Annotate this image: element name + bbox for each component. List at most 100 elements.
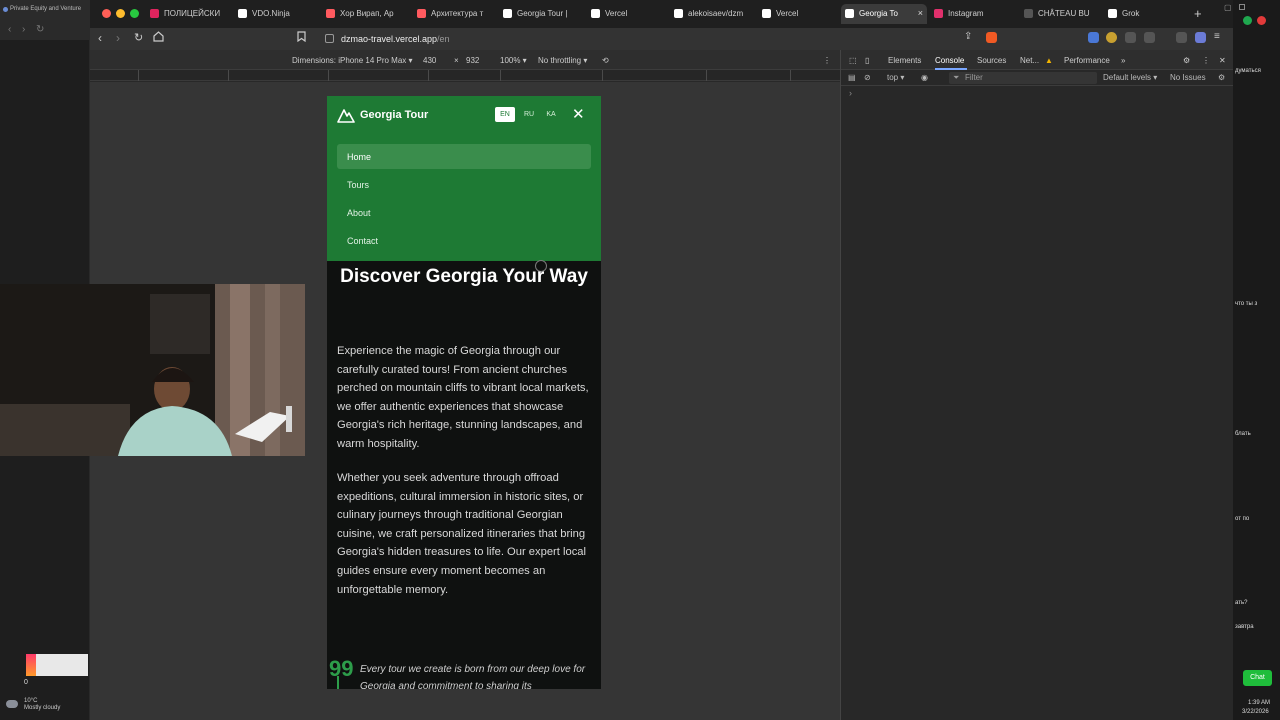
sidebar-icon[interactable] — [1144, 32, 1155, 43]
filter-placeholder: Filter — [965, 73, 983, 82]
translate-extension-icon[interactable] — [1088, 32, 1099, 43]
tab-favicon-icon — [591, 9, 600, 18]
tab-network[interactable]: Net... — [1020, 56, 1039, 65]
back-icon[interactable]: ‹ — [8, 24, 11, 35]
language-ru-button[interactable]: RU — [519, 107, 539, 122]
language-en-button[interactable]: EN — [495, 107, 515, 122]
tab-sources[interactable]: Sources — [977, 56, 1006, 65]
throttling-select[interactable]: No throttling ▾ — [538, 56, 587, 65]
wallet-icon[interactable] — [1176, 32, 1187, 43]
app-icon[interactable] — [1243, 16, 1252, 25]
window-restore-icon[interactable] — [1239, 4, 1245, 10]
sidebar-toggle-icon[interactable]: ▤ — [848, 73, 856, 82]
share-icon[interactable]: ⇪ — [964, 31, 972, 42]
device-width-input[interactable]: 430 — [423, 56, 436, 65]
language-ka-button[interactable]: KA — [541, 107, 561, 122]
tab-performance[interactable]: Performance — [1064, 56, 1110, 65]
app-icon[interactable] — [1257, 16, 1266, 25]
chat-button[interactable]: Chat — [1243, 670, 1272, 686]
device-toggle-icon[interactable]: ▯ — [865, 56, 869, 65]
home-icon[interactable] — [153, 31, 164, 45]
background-nav-bar: ‹ › ↻ — [0, 20, 90, 40]
address-bar[interactable]: dzmao-travel.vercel.app/en — [318, 31, 1008, 48]
more-tabs-icon[interactable]: » — [1121, 56, 1125, 65]
menu-item-about[interactable]: About — [337, 200, 591, 225]
clear-console-icon[interactable]: ⊘ — [864, 73, 871, 82]
device-height-input[interactable]: 932 — [466, 56, 479, 65]
brave-shield-icon[interactable] — [986, 32, 997, 43]
browser-tab-label: CHÂTEAU BU — [1038, 9, 1090, 18]
inspect-icon[interactable]: ⬚ — [849, 56, 857, 65]
browser-tab[interactable]: Vercel — [587, 4, 667, 24]
menu-item-contact[interactable]: Contact — [337, 228, 591, 253]
console-filter-input[interactable]: ⏷ Filter — [949, 72, 1097, 84]
browser-tab[interactable]: VDO.Ninja — [234, 4, 318, 24]
site-settings-icon[interactable] — [325, 34, 334, 43]
forward-button[interactable]: › — [116, 31, 120, 45]
url-text: dzmao-travel.vercel.app/en — [341, 34, 450, 44]
browser-tab[interactable]: Georgia Tour | — [499, 4, 583, 24]
background-tab[interactable]: Private Equity and Venture — [0, 0, 90, 20]
meter-value: 0 — [24, 679, 28, 686]
forward-icon[interactable]: › — [22, 24, 25, 35]
mobile-page: Georgia Tour EN RU KA ✕ Home Tours About… — [327, 96, 601, 689]
more-options-icon[interactable]: ⋮ — [823, 56, 831, 65]
background-tab-title: Private Equity and Venture — [10, 6, 82, 12]
devtools-menu-icon[interactable]: ⋮ — [1202, 56, 1210, 65]
browser-tab[interactable]: Georgia To × — [841, 4, 927, 24]
menu-icon[interactable]: ≡ — [1214, 31, 1220, 42]
browser-tab[interactable]: CHÂTEAU BU — [1020, 4, 1100, 24]
leo-ai-icon[interactable] — [1195, 32, 1206, 43]
device-select[interactable]: Dimensions: iPhone 14 Pro Max ▾ — [292, 56, 413, 65]
quote-accent-bar — [337, 676, 339, 689]
navigation-bar: ‹ › ↻ dzmao-travel.vercel.app/en ⇪ ≡ — [90, 28, 1233, 50]
browser-tab[interactable]: Instagram — [930, 4, 1016, 24]
tab-favicon-icon — [238, 9, 247, 18]
reload-button[interactable]: ↻ — [134, 31, 143, 44]
back-button[interactable]: ‹ — [98, 31, 102, 45]
console-prompt[interactable]: › — [849, 88, 852, 98]
browser-tab[interactable]: Хор Вирап, Ар — [322, 4, 406, 24]
tab-elements[interactable]: Elements — [888, 56, 921, 65]
browser-tab[interactable]: Grok — [1104, 4, 1164, 24]
context-select[interactable]: top ▾ — [887, 73, 904, 82]
browser-tab[interactable]: Архитектура т — [413, 4, 497, 24]
browser-tab-label: VDO.Ninja — [252, 9, 290, 18]
new-tab-button[interactable]: + — [1194, 6, 1202, 21]
menu-item-tours[interactable]: Tours — [337, 172, 591, 197]
close-window-icon[interactable] — [102, 9, 111, 18]
filter-icon: ⏷ — [953, 73, 960, 82]
devtools-panel: ⬚ ▯ Elements Console Sources Net... ▲ Pe… — [840, 50, 1234, 720]
issues-count[interactable]: No Issues — [1170, 73, 1206, 82]
menu-item-home[interactable]: Home — [337, 144, 591, 169]
mountain-logo-icon[interactable] — [337, 107, 355, 123]
log-levels-select[interactable]: Default levels ▾ — [1103, 73, 1157, 82]
tab-console[interactable]: Console — [935, 56, 964, 65]
clock-time: 1:39 AM — [1248, 700, 1271, 706]
volume-meter-fill — [26, 654, 36, 676]
reload-icon[interactable]: ↻ — [36, 24, 44, 35]
close-menu-icon[interactable]: ✕ — [572, 105, 585, 123]
browser-tab[interactable]: ПОЛИЦЕЙСКИ — [146, 4, 230, 24]
settings-gear-icon[interactable]: ⚙ — [1183, 56, 1190, 65]
browser-tab[interactable]: alekoisaev/dzm — [670, 4, 754, 24]
site-brand[interactable]: Georgia Tour — [360, 109, 428, 121]
browser-tab[interactable]: Vercel — [758, 4, 838, 24]
chat-message-text: ать? — [1235, 600, 1248, 606]
rotate-icon[interactable]: ⟲ — [602, 56, 609, 65]
console-settings-icon[interactable]: ⚙ — [1218, 73, 1225, 82]
close-tab-icon[interactable]: × — [918, 8, 923, 18]
tab-favicon-icon — [417, 9, 426, 18]
quote-text: Every tour we create is born from our de… — [360, 664, 586, 689]
bookmark-icon[interactable] — [297, 31, 306, 45]
tab-favicon-icon — [934, 9, 943, 18]
eye-icon[interactable]: ◉ — [921, 73, 928, 82]
minimize-window-icon[interactable] — [116, 9, 125, 18]
browser-tab-label: Vercel — [605, 9, 628, 18]
zoom-select[interactable]: 100% ▾ — [500, 56, 527, 65]
wallet-extension-icon[interactable] — [1106, 32, 1117, 43]
extensions-icon[interactable] — [1125, 32, 1136, 43]
window-control-icon[interactable]: ▢ — [1224, 3, 1232, 12]
close-devtools-icon[interactable]: ✕ — [1219, 56, 1226, 65]
maximize-window-icon[interactable] — [130, 9, 139, 18]
